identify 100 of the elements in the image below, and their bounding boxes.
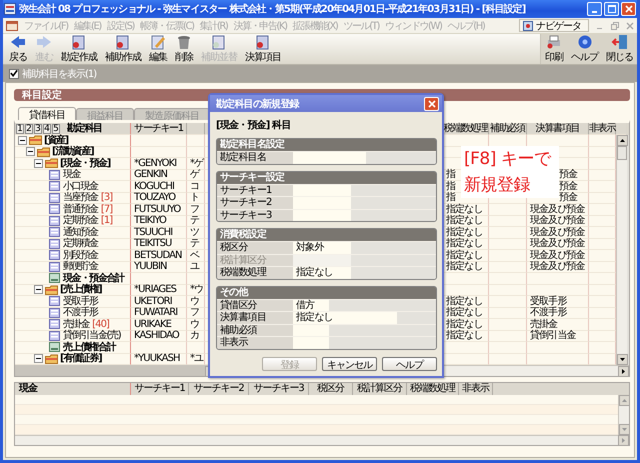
level-button[interactable]: 5: [52, 124, 60, 134]
folder-icon: [29, 135, 42, 146]
field-label: 非表示: [217, 337, 293, 348]
tab[interactable]: 貸借科目: [18, 107, 76, 120]
collapse-toggle[interactable]: [34, 285, 43, 294]
table-cell: [589, 319, 616, 330]
scroll-thumb[interactable]: [617, 146, 627, 160]
toolbar-button[interactable]: 削除: [171, 34, 197, 64]
account-name[interactable]: [有価証券]: [60, 353, 102, 364]
toolbar-button[interactable]: ヘルプ: [567, 34, 602, 64]
table-cell: *ユ: [187, 354, 205, 365]
pencil-icon: [149, 34, 167, 50]
input-field[interactable]: [293, 184, 351, 196]
document-icon[interactable]: [6, 20, 18, 32]
toolbar-button[interactable]: 勘定作成: [57, 34, 101, 64]
level-button[interactable]: 4: [43, 124, 51, 134]
folder-icon: [45, 284, 58, 295]
scroll-up-icon[interactable]: [616, 135, 628, 146]
account-name[interactable]: [売上債権]: [60, 284, 102, 296]
toolbar-button[interactable]: 戻る: [5, 34, 31, 64]
column-header[interactable]: 税端数処理: [443, 123, 489, 135]
account-name[interactable]: 不渡手形: [63, 307, 98, 318]
toolbar-button[interactable]: 編集: [145, 34, 171, 64]
column-header[interactable]: 税端数処理: [407, 383, 459, 395]
column-header[interactable]: 非表示: [589, 123, 616, 135]
account-name[interactable]: 当座預金: [63, 192, 98, 204]
level-button[interactable]: 3: [34, 124, 42, 134]
table-cell: 指定なし: [443, 296, 489, 308]
maximize-button[interactable]: [604, 2, 619, 16]
column-header[interactable]: サーチキー1: [131, 383, 189, 395]
level-button[interactable]: 1: [16, 124, 24, 134]
level-button[interactable]: 2: [25, 124, 33, 134]
toolbar-button[interactable]: 補助作成: [101, 34, 145, 64]
minimize-button[interactable]: [587, 2, 602, 16]
account-name[interactable]: [流動資産]: [52, 146, 94, 158]
column-header[interactable]: サーチキー3: [249, 383, 309, 395]
restore-icon[interactable]: [611, 22, 619, 30]
account-name[interactable]: 通知預金: [63, 226, 98, 238]
close-icon[interactable]: [626, 22, 634, 30]
scroll-down-icon[interactable]: [616, 354, 628, 365]
account-name[interactable]: 現金: [63, 169, 80, 180]
input-field[interactable]: 指定なし: [293, 312, 397, 324]
toolbar-button[interactable]: 印刷: [541, 34, 567, 64]
column-header[interactable]: 税区分: [309, 383, 353, 395]
column-header[interactable]: 現金: [15, 383, 131, 395]
close-button[interactable]: [424, 96, 439, 110]
column-header[interactable]: 決算書項目: [527, 123, 589, 135]
input-field[interactable]: [293, 152, 366, 164]
collapse-toggle[interactable]: [34, 158, 43, 168]
table-cell: TOUZAYO: [131, 192, 187, 204]
column-header[interactable]: 税計算区分: [353, 383, 407, 395]
sub-account-count: [3]: [100, 192, 112, 204]
column-header[interactable]: [187, 123, 205, 135]
scrollbar[interactable]: [616, 135, 627, 365]
dialog-button[interactable]: キャンセル: [322, 356, 377, 370]
account-name[interactable]: [現金・預金]: [60, 158, 110, 169]
account-name[interactable]: 定期積金: [63, 238, 98, 250]
dialog-button[interactable]: ヘルプ: [382, 356, 437, 370]
account-name[interactable]: 売上債権合計: [63, 342, 116, 353]
account-name[interactable]: 現金・預金合計: [63, 272, 124, 284]
ledger-icon: [48, 250, 61, 260]
collapse-toggle[interactable]: [26, 147, 35, 156]
column-header[interactable]: サーチキー2: [189, 383, 249, 395]
input-field[interactable]: [293, 197, 351, 208]
input-field[interactable]: 指定なし: [293, 267, 351, 278]
ledger-icon: [48, 204, 61, 214]
account-name[interactable]: 郵便貯金: [63, 261, 98, 272]
collapse-toggle[interactable]: [34, 354, 43, 364]
toolbar-button[interactable]: 決算項目: [241, 34, 285, 64]
account-name[interactable]: 普通預金: [63, 204, 98, 215]
account-name[interactable]: 別段預金: [63, 250, 98, 261]
ledger-icon: [48, 319, 61, 330]
collapse-toggle[interactable]: [18, 136, 27, 145]
table-cell: [589, 238, 616, 250]
input-field[interactable]: [293, 337, 329, 348]
account-name[interactable]: 定期預金: [63, 215, 98, 226]
input-field[interactable]: 対象外: [293, 242, 351, 254]
scrollbar[interactable]: [15, 435, 629, 445]
navigator-button[interactable]: ナビゲータ: [519, 19, 589, 32]
column-header[interactable]: 非表示: [459, 383, 493, 395]
account-name[interactable]: [資産]: [44, 134, 68, 146]
input-field[interactable]: 借方: [293, 300, 329, 311]
column-header[interactable]: サーチキー1: [131, 123, 187, 135]
account-name[interactable]: 受取手形: [63, 296, 98, 307]
table-cell: [589, 146, 616, 158]
input-field[interactable]: [293, 324, 329, 336]
ledger-icon: [48, 216, 61, 226]
field-label: 税区分: [217, 242, 293, 254]
table-cell: [589, 308, 616, 319]
column-header[interactable]: 補助必須: [489, 123, 527, 135]
close-button[interactable]: [621, 2, 636, 16]
scroll-right-icon[interactable]: [618, 366, 629, 376]
table-cell: GENKIN: [131, 170, 187, 181]
account-name[interactable]: 売掛金: [63, 318, 90, 330]
toolbar-button[interactable]: 閉じる: [602, 34, 637, 64]
table-cell: [589, 170, 616, 181]
account-name[interactable]: 貸倒引当金(売): [63, 330, 120, 342]
account-name[interactable]: 小口現金: [63, 180, 98, 192]
column-header[interactable]: 勘定科目: [67, 122, 102, 134]
input-field[interactable]: [293, 210, 351, 221]
